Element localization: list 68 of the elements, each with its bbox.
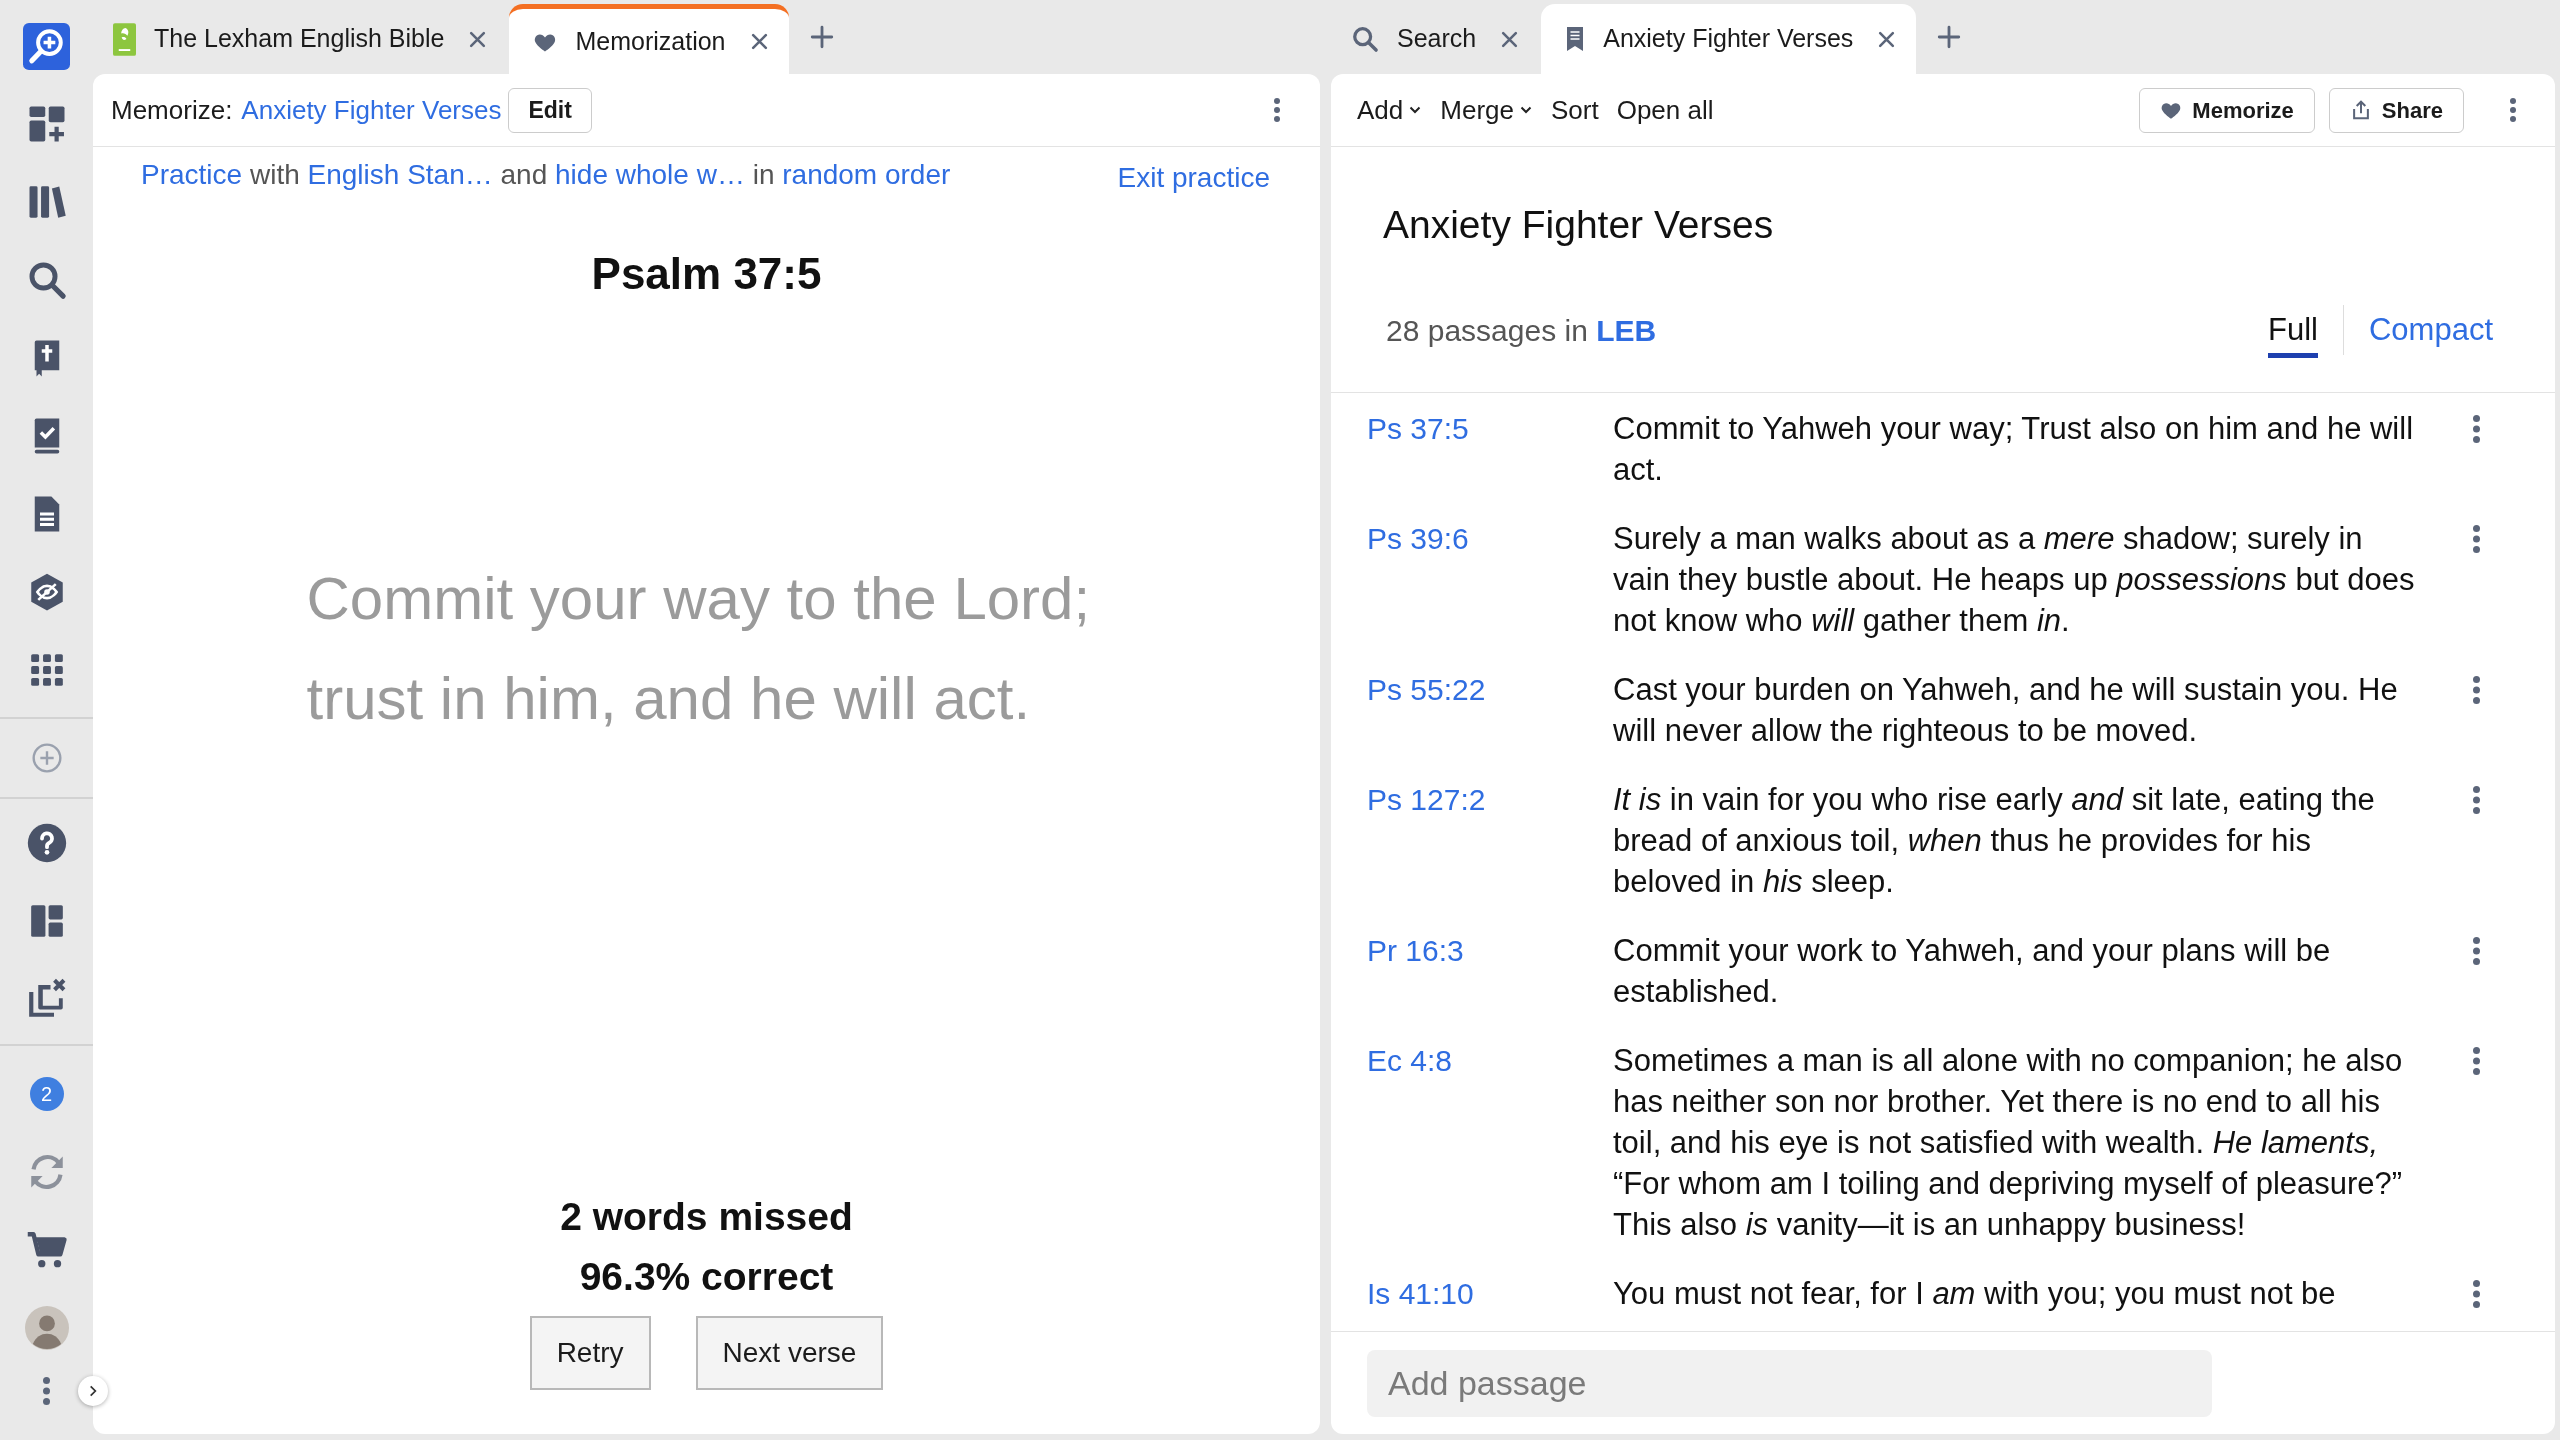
passage-text: Surely a man walks about as a mere shadow; surely in vain they bustle about. He heaps up possessions but does not know who will gather them in.: [1613, 520, 2416, 640]
more-icon[interactable]: [43, 1377, 50, 1405]
tab[interactable]: Anxiety Fighter Verses: [1541, 4, 1917, 74]
more-icon[interactable]: [2473, 1279, 2480, 1309]
retry-button[interactable]: Retry: [529, 1316, 651, 1390]
toolbar-button[interactable]: Share: [2328, 87, 2464, 133]
passage-reference[interactable]: Ps 37:5: [1367, 412, 1469, 445]
passage-reference[interactable]: Ps 55:22: [1367, 673, 1486, 706]
more-icon[interactable]: [1274, 98, 1280, 122]
passage-text: Commit to Yahweh your way; Trust also on him and he will act.: [1613, 410, 2415, 489]
option-link[interactable]: hide whole w…: [555, 159, 745, 190]
menu-button[interactable]: Open all: [1616, 90, 1714, 130]
tab[interactable]: The Lexham English Bible: [93, 4, 502, 74]
version-link[interactable]: LEB: [1596, 313, 1657, 347]
missed-count: 2 words missed: [560, 1194, 853, 1240]
score: 96.3% correct: [579, 1254, 834, 1300]
view-tab[interactable]: Compact: [2368, 302, 2493, 358]
more-icon[interactable]: [2473, 414, 2480, 444]
close-icon[interactable]: [1500, 29, 1520, 49]
help-icon[interactable]: [26, 823, 67, 863]
menu-button[interactable]: Sort: [1550, 90, 1599, 130]
passage-reference[interactable]: Is 41:10: [1367, 1277, 1474, 1310]
menu-button[interactable]: Merge: [1440, 90, 1533, 130]
list-title: Anxiety Fighter Verses: [1383, 202, 1774, 248]
close-icon[interactable]: [1877, 29, 1897, 49]
verse-text: Commit your way to the Lord; trust in him, and he will act.: [306, 564, 1092, 734]
edit-button[interactable]: Edit: [508, 87, 592, 133]
exit-practice-link[interactable]: Exit practice: [1117, 156, 1270, 199]
memorize-label: Memorize:: [111, 93, 233, 127]
more-icon[interactable]: [2473, 675, 2480, 705]
more-icon[interactable]: [2473, 1046, 2480, 1076]
passage-text: Cast your burden on Yahweh, and he will sustain you. He will never allow the righteous to be moved.: [1613, 671, 2399, 750]
passage-text: It is in vain for you who rise early and sit late, eating the bread of anxious toil, when thus he provides for his beloved in his sleep.: [1613, 781, 2376, 901]
book-cover-icon: [113, 22, 136, 56]
more-icon[interactable]: [2473, 785, 2480, 815]
passage-text: Sometimes a man is all alone with no companion; he also has neither son nor brother. Yet there is no end to all his toil, and his eye is not satisfied with wealth. He laments, “For whom am I toiling and depriving myself of pleasure?” This also is vanity—it is an unhappy business!: [1613, 1042, 2404, 1244]
add-passage-field[interactable]: Add passage: [1367, 1350, 2212, 1417]
passage-count: 28 passages in LEB: [1386, 312, 1657, 349]
passage-text: You must not fear, for I am with you; you must not be: [1613, 1275, 2337, 1313]
tab[interactable]: Memorization: [509, 4, 789, 74]
option-link[interactable]: Practice: [141, 159, 243, 190]
next-verse-button[interactable]: Next verse: [695, 1316, 884, 1390]
passage-text: Commit your work to Yahweh, and your plans will be established.: [1613, 932, 2332, 1011]
logo-icon[interactable]: [23, 22, 70, 70]
bookmark-list-icon: [1565, 26, 1586, 52]
close-icon[interactable]: [749, 32, 769, 51]
more-icon[interactable]: [2473, 936, 2480, 966]
tab[interactable]: Search: [1331, 4, 1534, 74]
option-link[interactable]: random order: [782, 159, 951, 190]
toolbar-button[interactable]: Memorize: [2139, 87, 2315, 133]
more-icon[interactable]: [2473, 524, 2480, 554]
add-tab-icon[interactable]: [1936, 24, 1963, 50]
avatar-icon[interactable]: [24, 1306, 69, 1350]
passage-reference[interactable]: Ps 127:2: [1367, 783, 1486, 816]
search-icon: [1351, 25, 1379, 53]
passage-reference[interactable]: Ec 4:8: [1367, 1044, 1453, 1077]
verse-reference: Psalm 37:5: [591, 248, 822, 300]
passage-reference[interactable]: Pr 16:3: [1367, 934, 1464, 967]
list-link[interactable]: Anxiety Fighter Verses: [241, 90, 502, 130]
menu-button[interactable]: Add: [1357, 90, 1423, 130]
passage-reference[interactable]: Ps 39:6: [1367, 522, 1469, 555]
view-tab[interactable]: Full: [2268, 302, 2318, 358]
notification-badge[interactable]: 2: [29, 1077, 64, 1111]
more-icon[interactable]: [2510, 98, 2516, 122]
close-icon[interactable]: [468, 29, 488, 49]
option-link[interactable]: English Stan…: [307, 159, 493, 190]
add-tab-icon[interactable]: [808, 24, 835, 50]
practice-settings: Practice with English Stan… and hide whole w… in random order: [141, 158, 951, 192]
